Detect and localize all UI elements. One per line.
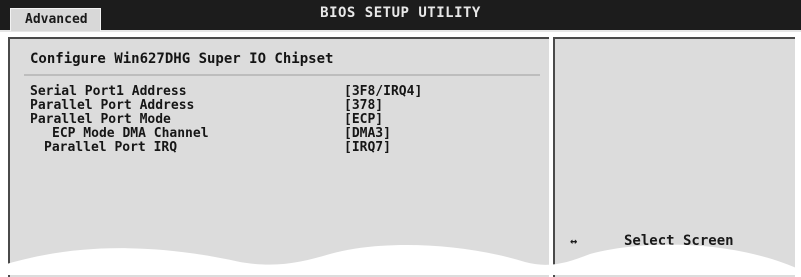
setting-label: Serial Port1 Address bbox=[30, 84, 187, 99]
setting-value[interactable]: [ECP] bbox=[344, 113, 383, 127]
setting-value[interactable]: [DMA3] bbox=[344, 127, 391, 141]
setting-label: Parallel Port IRQ bbox=[44, 140, 178, 155]
tab-advanced[interactable]: Advanced bbox=[10, 8, 101, 31]
bios-title: BIOS SETUP UTILITY bbox=[320, 5, 481, 21]
section-divider bbox=[24, 74, 540, 76]
setting-value[interactable]: [IRQ7] bbox=[344, 141, 391, 155]
setting-label: ECP Mode DMA Channel bbox=[52, 126, 209, 141]
setting-serial-port1-address[interactable]: Serial Port1 Address [3F8/IRQ4] bbox=[10, 85, 549, 99]
setting-ecp-mode-dma-channel[interactable]: ECP Mode DMA Channel [DMA3] bbox=[10, 127, 549, 141]
torn-edge bbox=[0, 244, 801, 275]
setting-parallel-port-address[interactable]: Parallel Port Address [378] bbox=[10, 99, 549, 113]
setting-label: Parallel Port Address bbox=[30, 98, 195, 113]
setting-value[interactable]: [3F8/IRQ4] bbox=[344, 85, 422, 99]
top-bar: BIOS SETUP UTILITY Advanced bbox=[0, 0, 801, 32]
setting-label: Parallel Port Mode bbox=[30, 112, 171, 127]
bios-screen: BIOS SETUP UTILITY Advanced Configure Wi… bbox=[0, 0, 801, 277]
setting-value[interactable]: [378] bbox=[344, 99, 383, 113]
section-title: Configure Win627DHG Super IO Chipset bbox=[30, 51, 334, 67]
setting-parallel-port-irq[interactable]: Parallel Port IRQ [IRQ7] bbox=[10, 141, 549, 155]
setting-parallel-port-mode[interactable]: Parallel Port Mode [ECP] bbox=[10, 113, 549, 127]
